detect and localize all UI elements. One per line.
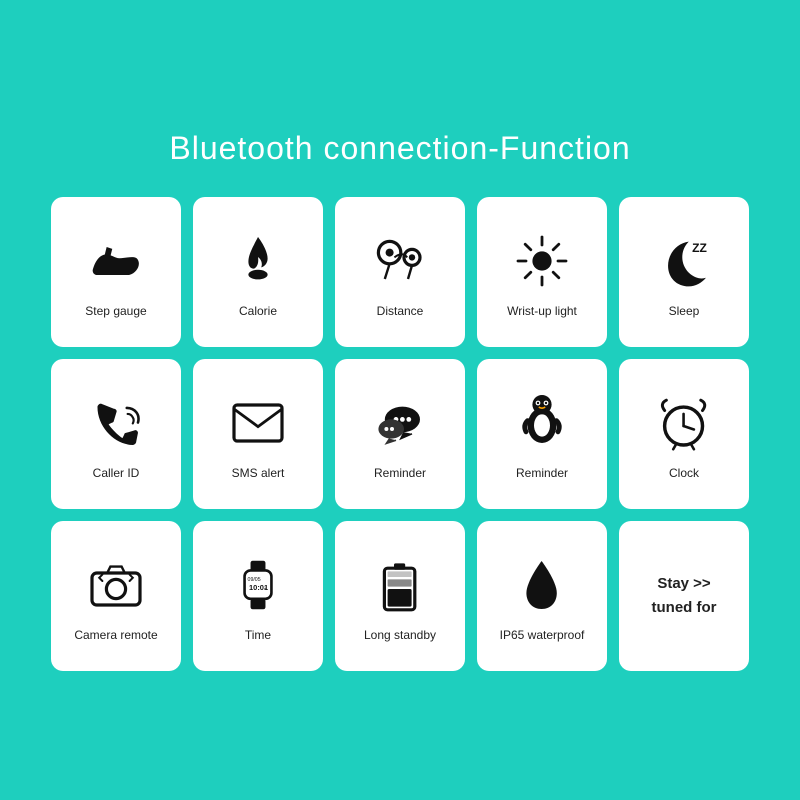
card-long-standby: Long standby bbox=[335, 521, 465, 671]
icon-wechat bbox=[372, 388, 428, 458]
card-sms-alert: SMS alert bbox=[193, 359, 323, 509]
page-title: Bluetooth connection-Function bbox=[169, 130, 630, 167]
svg-text:*: * bbox=[264, 587, 266, 593]
icon-camera bbox=[88, 550, 144, 620]
icon-map-pin bbox=[372, 226, 428, 296]
card-label-wrist-up-light: Wrist-up light bbox=[507, 304, 577, 320]
card-label-stay-tuned: Stay >>tuned for bbox=[652, 572, 717, 620]
card-label-ip65-waterproof: IP65 waterproof bbox=[500, 628, 585, 644]
card-label-time: Time bbox=[245, 628, 271, 644]
card-label-reminder-qq: Reminder bbox=[516, 466, 568, 482]
card-wrist-up-light: Wrist-up light bbox=[477, 197, 607, 347]
icon-phone bbox=[88, 388, 144, 458]
card-step-gauge: Step gauge bbox=[51, 197, 181, 347]
icon-moon: ZZ bbox=[656, 226, 712, 296]
icon-fire bbox=[230, 226, 286, 296]
card-reminder-qq: Reminder bbox=[477, 359, 607, 509]
card-stay-tuned: Stay >>tuned for bbox=[619, 521, 749, 671]
card-label-calorie: Calorie bbox=[239, 304, 277, 320]
card-label-camera-remote: Camera remote bbox=[74, 628, 157, 644]
card-clock: Clock bbox=[619, 359, 749, 509]
card-label-long-standby: Long standby bbox=[364, 628, 436, 644]
icon-alarm-clock bbox=[656, 388, 712, 458]
card-reminder-wechat: Reminder bbox=[335, 359, 465, 509]
card-ip65-waterproof: IP65 waterproof bbox=[477, 521, 607, 671]
card-label-sms-alert: SMS alert bbox=[232, 466, 285, 482]
card-caller-id: Caller ID bbox=[51, 359, 181, 509]
icon-watch: 09/05 10:01 * bbox=[230, 550, 286, 620]
icon-sun bbox=[514, 226, 570, 296]
card-camera-remote: Camera remote bbox=[51, 521, 181, 671]
card-label-reminder-wechat: Reminder bbox=[374, 466, 426, 482]
card-label-caller-id: Caller ID bbox=[93, 466, 140, 482]
svg-text:ZZ: ZZ bbox=[692, 241, 707, 255]
card-distance: Distance bbox=[335, 197, 465, 347]
card-sleep: ZZ Sleep bbox=[619, 197, 749, 347]
svg-text:09/05: 09/05 bbox=[248, 577, 261, 583]
card-time: 09/05 10:01 * Time bbox=[193, 521, 323, 671]
icon-drop bbox=[514, 550, 570, 620]
icon-penguin bbox=[514, 388, 570, 458]
icon-battery bbox=[372, 550, 428, 620]
icon-shoe bbox=[88, 226, 144, 296]
card-label-sleep: Sleep bbox=[669, 304, 700, 320]
card-label-step-gauge: Step gauge bbox=[85, 304, 146, 320]
card-label-distance: Distance bbox=[377, 304, 424, 320]
feature-grid: Step gauge Calorie Distance bbox=[51, 197, 749, 671]
card-calorie: Calorie bbox=[193, 197, 323, 347]
icon-mail bbox=[230, 388, 286, 458]
card-label-clock: Clock bbox=[669, 466, 699, 482]
